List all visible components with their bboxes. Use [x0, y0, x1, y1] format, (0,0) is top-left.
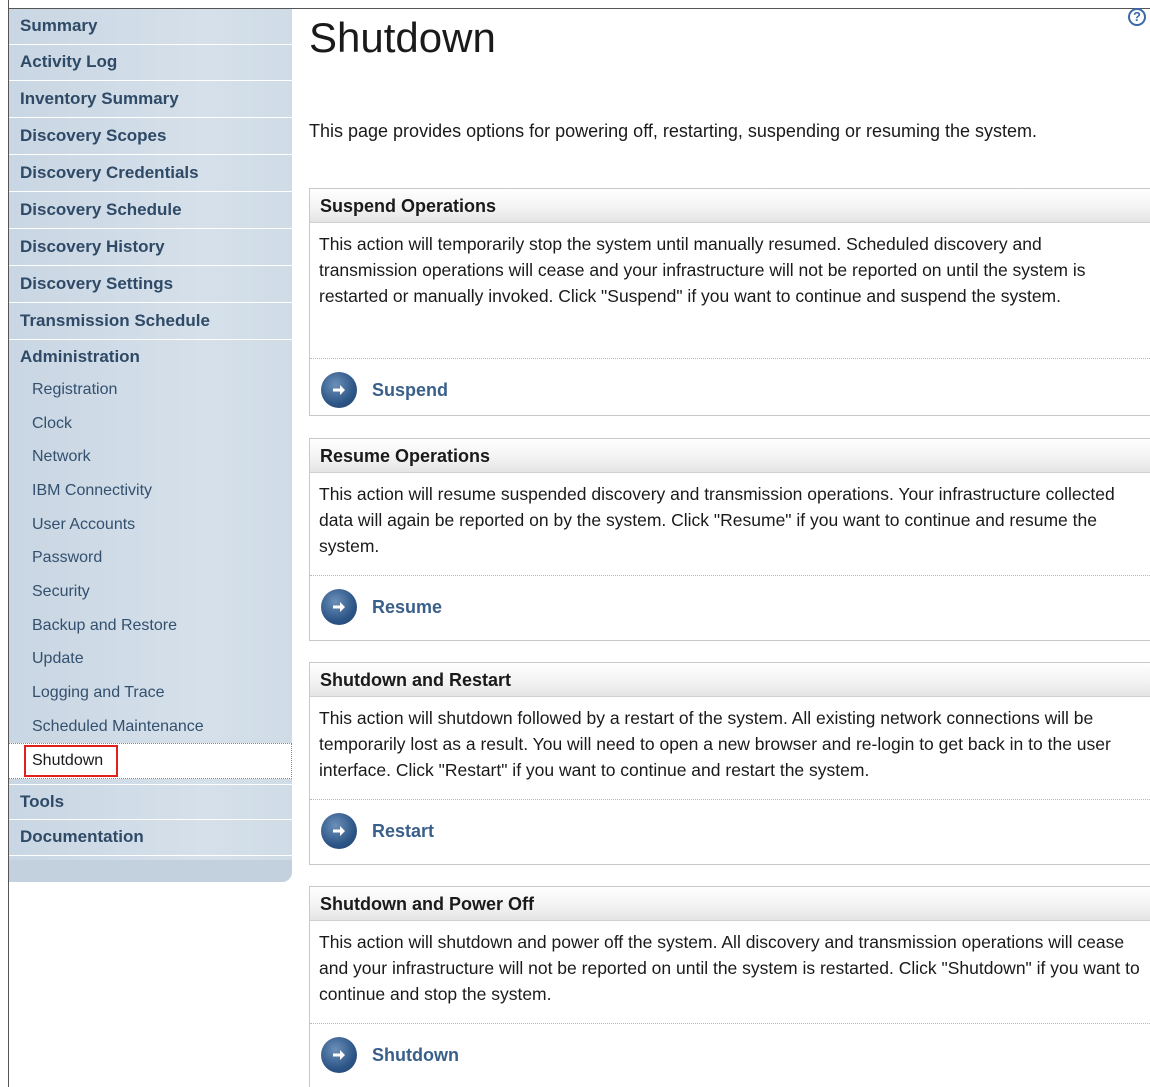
- arrow-right-icon: [321, 372, 357, 408]
- section-description: This action will shutdown and power off …: [319, 932, 1140, 1004]
- section-title: Shutdown and Power Off: [310, 887, 1150, 921]
- arrow-right-icon: [321, 1037, 357, 1073]
- action-label: Suspend: [372, 379, 449, 400]
- action-row: Suspend: [310, 359, 1150, 421]
- nav-item-tools[interactable]: Tools: [9, 784, 292, 820]
- nav-item-summary[interactable]: Summary: [9, 9, 292, 45]
- sub-item-shutdown-selected[interactable]: Shutdown: [24, 745, 118, 777]
- action-row: Restart: [310, 800, 1150, 862]
- shutdown-button[interactable]: Shutdown: [321, 1037, 459, 1073]
- nav-item-activity-log[interactable]: Activity Log: [9, 45, 292, 81]
- section-shutdown-and-restart: Shutdown and Restart This action will sh…: [309, 662, 1150, 865]
- nav-item-discovery-schedule[interactable]: Discovery Schedule: [9, 193, 292, 229]
- nav-item-discovery-credentials[interactable]: Discovery Credentials: [9, 156, 292, 192]
- intro-text: This page provides options for powering …: [309, 121, 1038, 141]
- sidebar-footer: [9, 860, 292, 882]
- help-icon[interactable]: ?: [1128, 8, 1146, 26]
- restart-button[interactable]: Restart: [321, 813, 434, 849]
- section-shutdown-and-power-off: Shutdown and Power Off This action will …: [309, 886, 1150, 1087]
- suspend-button[interactable]: Suspend: [321, 372, 448, 408]
- page-title: Shutdown: [309, 14, 496, 61]
- sub-item-clock[interactable]: Clock: [32, 409, 72, 439]
- sub-item-password[interactable]: Password: [32, 543, 102, 573]
- section-description: This action will resume suspended discov…: [319, 484, 1115, 556]
- resume-button[interactable]: Resume: [321, 589, 442, 625]
- section-resume-operations: Resume Operations This action will resum…: [309, 438, 1150, 641]
- nav-item-administration[interactable]: Administration: [9, 340, 292, 376]
- nav-item-inventory-summary[interactable]: Inventory Summary: [9, 82, 292, 118]
- nav-item-discovery-settings[interactable]: Discovery Settings: [9, 267, 292, 303]
- arrow-right-icon: [321, 589, 357, 625]
- nav-item-transmission-schedule[interactable]: Transmission Schedule: [9, 304, 292, 340]
- section-suspend-operations: Suspend Operations This action will temp…: [309, 188, 1150, 416]
- sub-item-user-accounts[interactable]: User Accounts: [32, 510, 135, 540]
- action-row: Resume: [310, 576, 1150, 638]
- sub-item-network[interactable]: Network: [32, 442, 91, 472]
- sub-item-ibm-connectivity[interactable]: IBM Connectivity: [32, 476, 152, 506]
- sub-item-backup-and-restore[interactable]: Backup and Restore: [32, 611, 177, 641]
- sub-item-security[interactable]: Security: [32, 577, 90, 607]
- section-title: Shutdown and Restart: [310, 663, 1150, 697]
- nav-item-discovery-scopes[interactable]: Discovery Scopes: [9, 119, 292, 155]
- action-label: Resume: [372, 596, 443, 617]
- action-label: Restart: [372, 820, 435, 841]
- nav-item-discovery-history[interactable]: Discovery History: [9, 230, 292, 266]
- sub-item-update[interactable]: Update: [32, 644, 84, 674]
- section-description: This action will shutdown followed by a …: [319, 708, 1111, 780]
- section-description: This action will temporarily stop the sy…: [319, 234, 1086, 306]
- sub-item-scheduled-maintenance[interactable]: Scheduled Maintenance: [32, 712, 204, 742]
- sub-item-logging-and-trace[interactable]: Logging and Trace: [32, 678, 165, 708]
- action-label: Shutdown: [372, 1044, 459, 1065]
- section-title: Resume Operations: [310, 439, 1150, 473]
- sub-item-registration[interactable]: Registration: [32, 375, 117, 405]
- section-title: Suspend Operations: [310, 189, 1150, 223]
- action-row: Shutdown: [310, 1024, 1150, 1086]
- arrow-right-icon: [321, 813, 357, 849]
- nav-item-documentation[interactable]: Documentation: [9, 820, 292, 856]
